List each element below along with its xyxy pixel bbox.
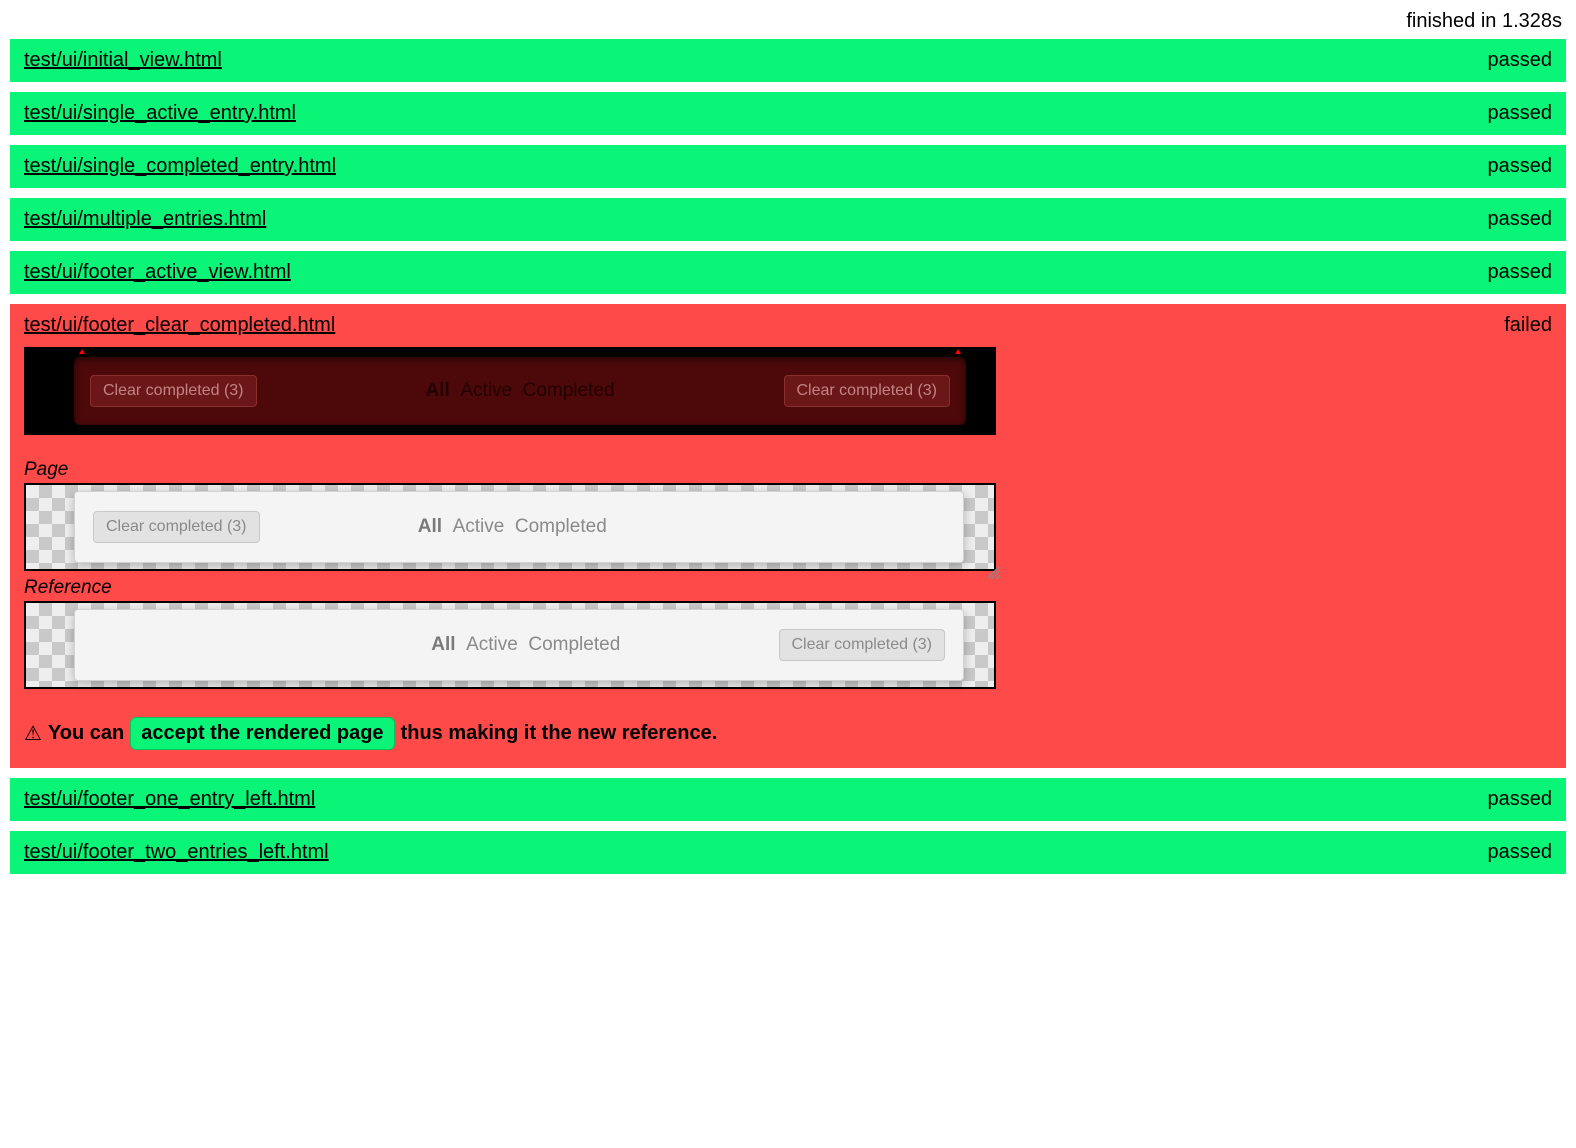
accept-text-post: thus making it the new reference. xyxy=(401,722,718,745)
test-status: passed xyxy=(1488,155,1553,178)
clear-completed-button: Clear completed (3) xyxy=(784,375,951,407)
test-row: test/ui/footer_active_view.html passed xyxy=(10,251,1566,294)
test-link[interactable]: test/ui/footer_two_entries_left.html xyxy=(24,841,329,864)
test-row: test/ui/footer_one_entry_left.html passe… xyxy=(10,778,1566,821)
accept-hint: ⚠ You can accept the rendered page thus … xyxy=(24,717,1552,750)
test-link[interactable]: test/ui/multiple_entries.html xyxy=(24,208,266,231)
accept-rendered-button[interactable]: accept the rendered page xyxy=(130,717,394,750)
test-status: passed xyxy=(1488,49,1553,72)
diff-image: Clear completed (3) All Active Completed… xyxy=(24,347,996,435)
test-row: test/ui/single_completed_entry.html pass… xyxy=(10,145,1566,188)
test-link[interactable]: test/ui/single_active_entry.html xyxy=(24,102,296,125)
test-status: failed xyxy=(1504,314,1552,337)
test-row: test/ui/single_active_entry.html passed xyxy=(10,92,1566,135)
accept-text-pre: You can xyxy=(48,722,124,745)
failed-test-panel: test/ui/footer_clear_completed.html fail… xyxy=(10,304,1566,768)
test-link[interactable]: test/ui/footer_active_view.html xyxy=(24,261,291,284)
clear-completed-button: Clear completed (3) xyxy=(93,511,260,543)
filter-tabs: All Active Completed xyxy=(273,380,768,402)
test-status: passed xyxy=(1488,841,1553,864)
filter-tabs: All Active Completed xyxy=(291,634,761,656)
test-link[interactable]: test/ui/footer_clear_completed.html xyxy=(24,314,335,337)
reference-screenshot: All Active Completed Clear completed (3) xyxy=(24,601,996,689)
clear-completed-button: Clear completed (3) xyxy=(779,629,946,661)
test-row: test/ui/multiple_entries.html passed xyxy=(10,198,1566,241)
page-caption: Page xyxy=(24,459,1552,481)
test-link[interactable]: test/ui/single_completed_entry.html xyxy=(24,155,336,178)
filter-tabs: All Active Completed xyxy=(278,516,748,538)
test-status: passed xyxy=(1488,261,1553,284)
test-status: passed xyxy=(1488,102,1553,125)
test-status: passed xyxy=(1488,208,1553,231)
test-link[interactable]: test/ui/initial_view.html xyxy=(24,49,222,72)
warning-icon: ⚠ xyxy=(24,721,42,746)
test-status: passed xyxy=(1488,788,1553,811)
page-screenshot: Clear completed (3) All Active Completed xyxy=(24,483,996,571)
test-link[interactable]: test/ui/footer_one_entry_left.html xyxy=(24,788,315,811)
test-row: test/ui/initial_view.html passed xyxy=(10,39,1566,82)
test-row: test/ui/footer_two_entries_left.html pas… xyxy=(10,831,1566,874)
clear-completed-button: Clear completed (3) xyxy=(90,375,257,407)
reference-caption: Reference xyxy=(24,577,1552,599)
summary-text: finished in 1.328s xyxy=(10,10,1566,39)
